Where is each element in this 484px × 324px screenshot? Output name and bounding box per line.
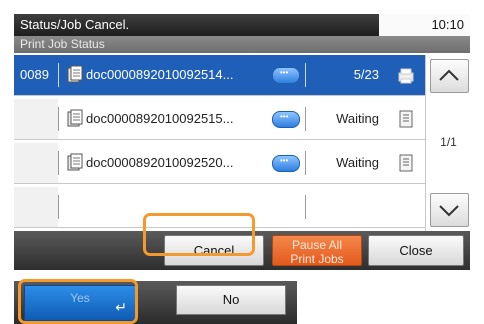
job-status: 5/23 xyxy=(353,67,379,82)
job-list: 0089 doc0000892010092514... 5/23 xyxy=(14,55,425,231)
pause-all-print-jobs-button[interactable]: Pause All Print Jobs xyxy=(272,235,362,266)
job-number-cell xyxy=(14,99,58,139)
job-number-cell xyxy=(14,143,58,183)
column-divider xyxy=(58,107,59,131)
printer-icon xyxy=(398,68,414,84)
job-row[interactable]: 0089 doc0000892010092514... 5/23 xyxy=(14,55,425,96)
column-divider xyxy=(305,151,306,175)
document-stack-icon xyxy=(67,65,83,83)
clock: 10:10 xyxy=(431,17,464,32)
scroll-column: 1/1 xyxy=(425,55,471,231)
chevron-down-icon xyxy=(439,205,459,217)
job-detail-button[interactable] xyxy=(272,155,300,172)
column-divider xyxy=(305,63,306,87)
close-button[interactable]: Close xyxy=(368,235,464,266)
column-divider xyxy=(305,195,306,219)
cancel-highlight-frame xyxy=(143,213,255,256)
pause-label-line2: Print Jobs xyxy=(290,252,344,266)
title-bar: Status/Job Cancel. 10:10 xyxy=(14,14,470,36)
job-number-cell xyxy=(14,187,58,227)
screen-title: Status/Job Cancel. xyxy=(20,17,130,32)
job-filename: doc0000892010092514... xyxy=(86,67,234,82)
job-status: Waiting xyxy=(336,111,379,126)
chevron-up-icon xyxy=(439,69,459,81)
subtitle-bar: Print Job Status xyxy=(14,36,470,53)
waiting-doc-icon xyxy=(399,154,413,172)
document-stack-icon xyxy=(67,153,83,171)
no-button[interactable]: No xyxy=(176,285,286,315)
job-row[interactable]: doc0000892010092515... Waiting xyxy=(14,99,425,140)
job-detail-button[interactable] xyxy=(272,111,300,128)
subtitle-label: Print Job Status xyxy=(20,37,105,51)
scroll-up-button[interactable] xyxy=(430,59,469,93)
job-status: Waiting xyxy=(336,155,379,170)
pause-label-line1: Pause All xyxy=(291,238,343,252)
column-divider xyxy=(58,151,59,175)
waiting-doc-icon xyxy=(399,110,413,128)
scroll-down-button[interactable] xyxy=(430,193,469,227)
clock-box: 10:10 xyxy=(379,14,470,36)
document-stack-icon xyxy=(67,109,83,127)
job-row[interactable]: doc0000892010092520... Waiting xyxy=(14,143,425,184)
page-indicator: 1/1 xyxy=(440,135,457,149)
job-filename: doc0000892010092515... xyxy=(86,111,234,126)
column-divider xyxy=(58,195,59,219)
job-detail-button[interactable] xyxy=(272,67,300,84)
job-number: 0089 xyxy=(20,67,49,82)
job-filename: doc0000892010092520... xyxy=(86,155,234,170)
column-divider xyxy=(305,107,306,131)
column-divider xyxy=(58,63,59,87)
yes-highlight-frame xyxy=(18,279,138,324)
